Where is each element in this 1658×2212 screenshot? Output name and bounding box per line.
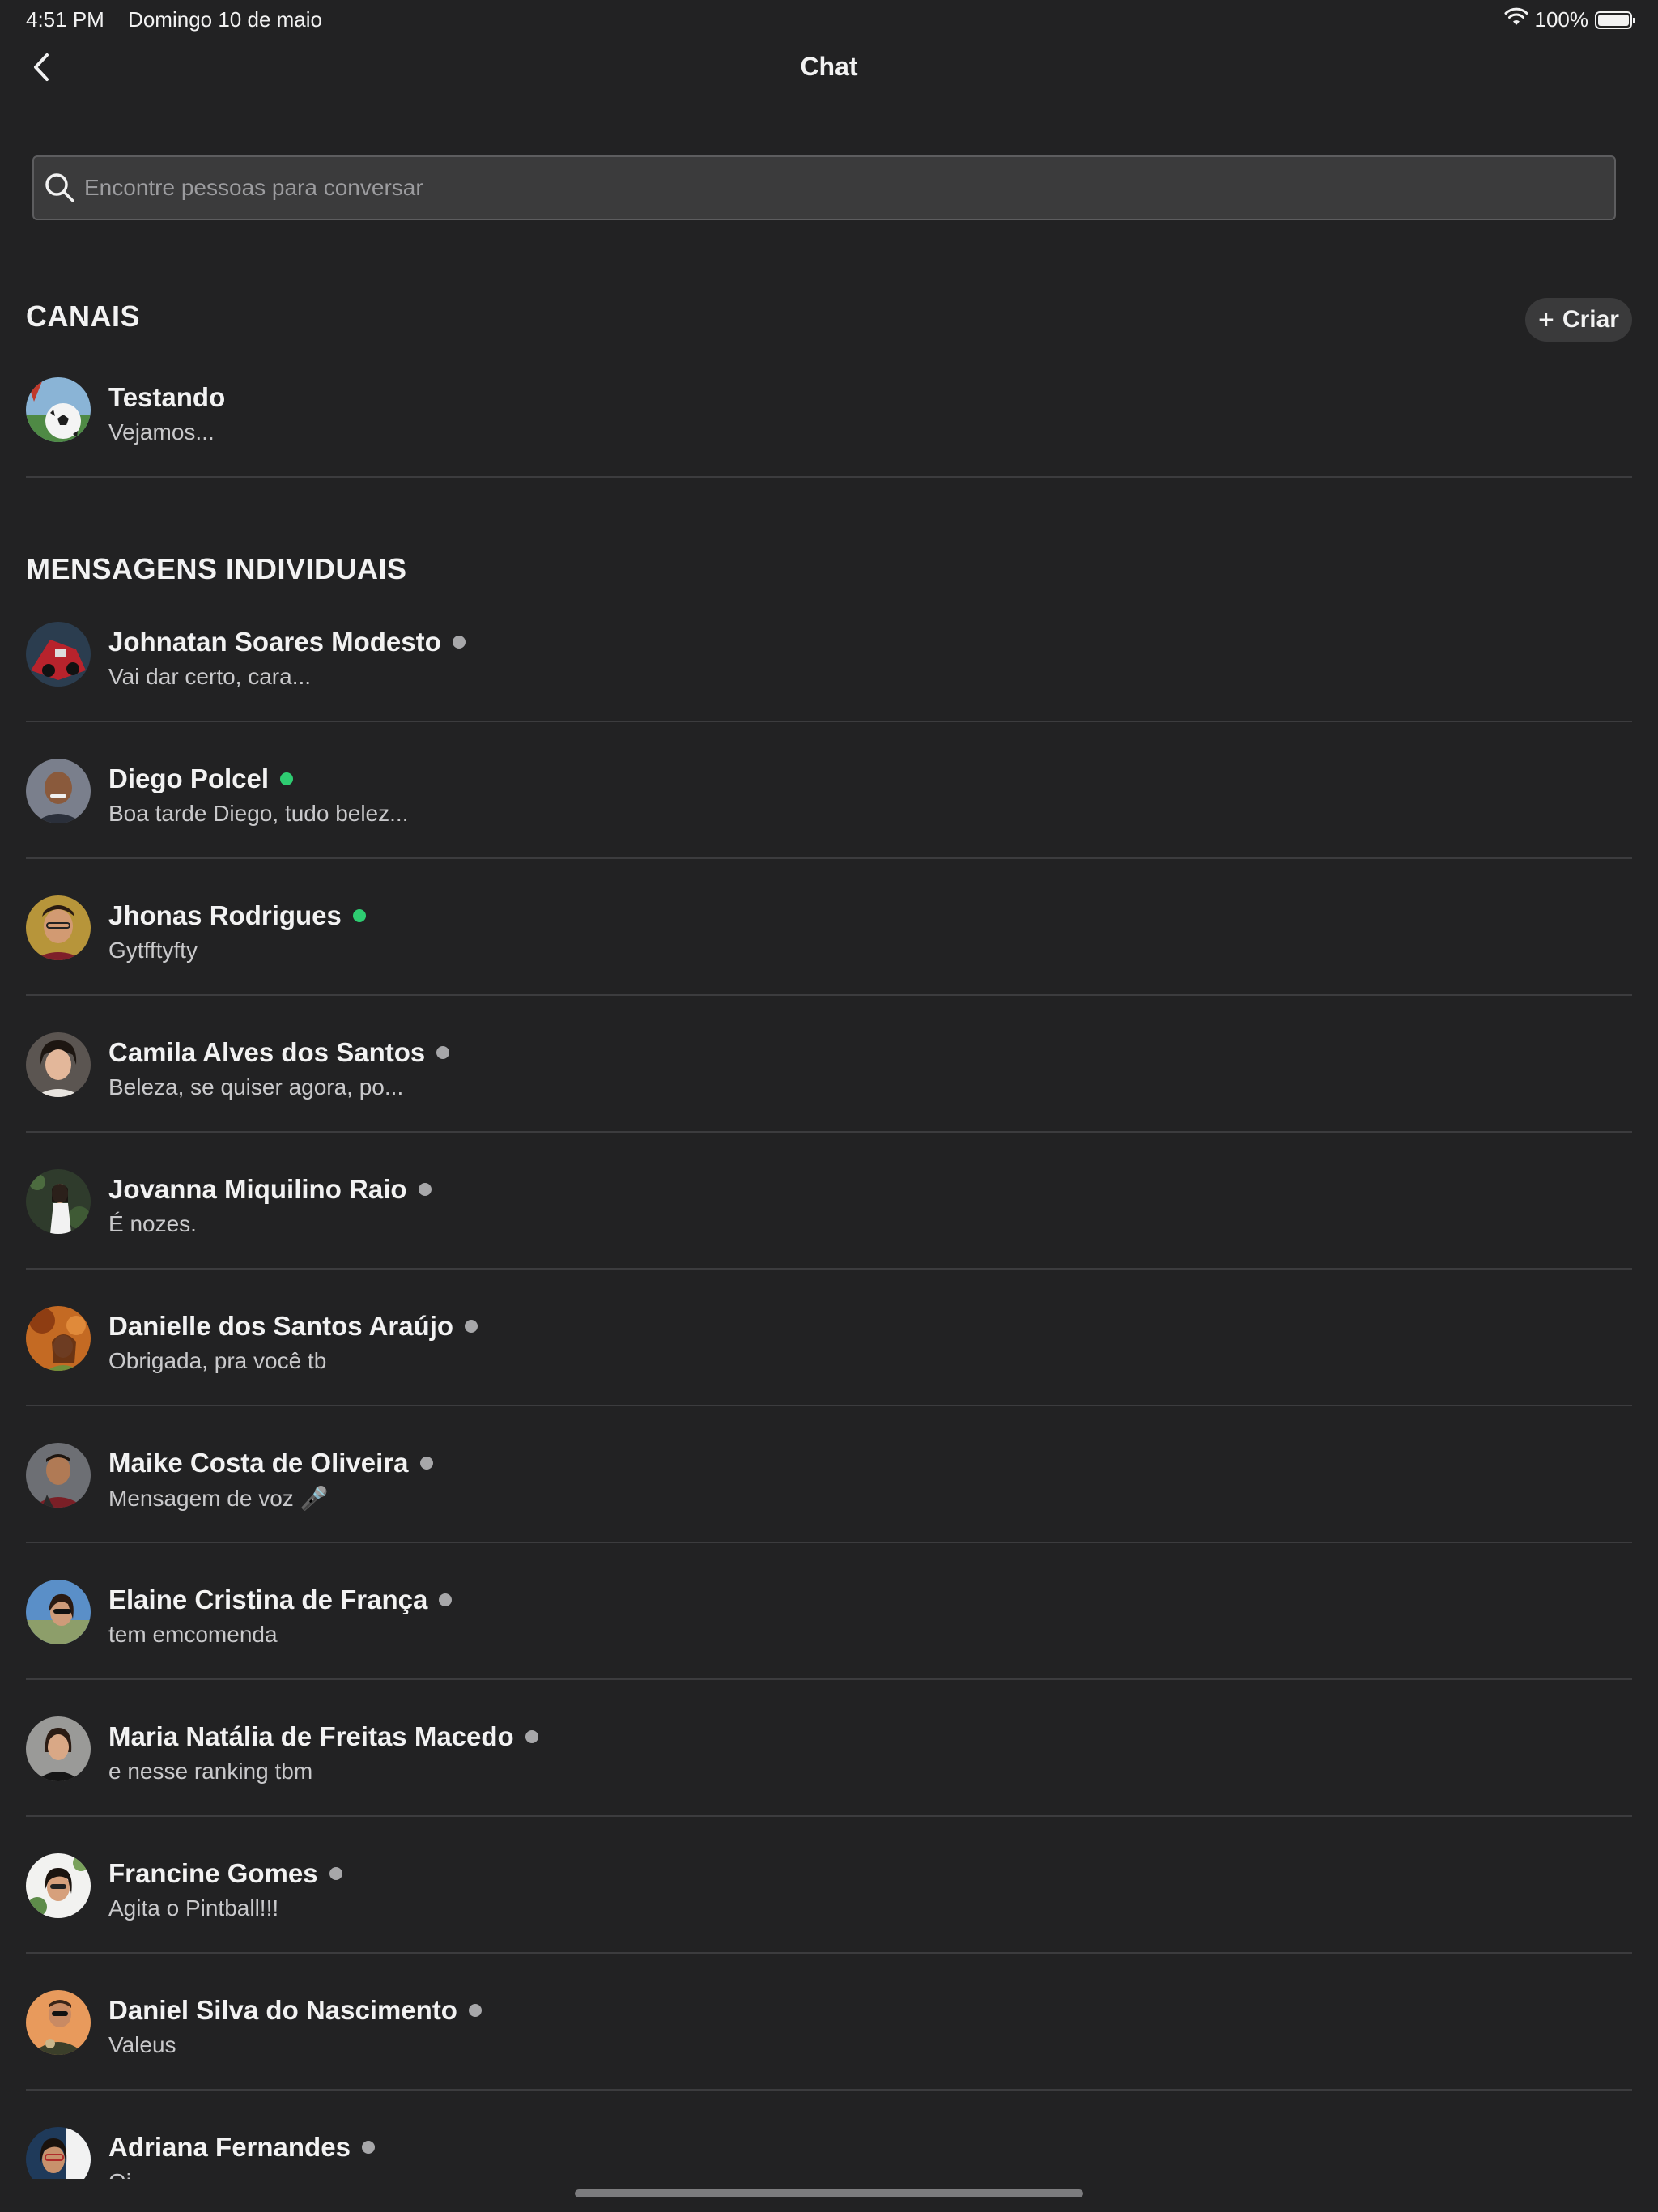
last-message-preview: e nesse ranking tbm <box>108 1759 313 1784</box>
battery-level <box>1598 14 1629 26</box>
channel-name: Testando <box>108 382 226 412</box>
presence-dot <box>361 2141 375 2154</box>
last-message-preview: Obrigada, pra você tb <box>108 1348 327 1373</box>
presence-dot <box>452 636 466 649</box>
avatar <box>26 377 91 442</box>
create-channel-button[interactable]: + Criar <box>1525 298 1632 342</box>
presence-dot <box>352 909 366 922</box>
channel-preview: Vejamos... <box>108 419 215 445</box>
last-message-preview: Boa tarde Diego, tudo belez... <box>108 801 409 826</box>
presence-dot <box>436 1046 450 1059</box>
create-label: Criar <box>1562 306 1619 333</box>
avatar <box>26 759 91 823</box>
contact-name: Diego Polcel <box>108 764 270 793</box>
contact-name: Maria Natália de Freitas Macedo <box>108 1721 514 1751</box>
contact-name: Adriana Fernandes <box>108 2132 351 2162</box>
avatar <box>26 1032 91 1097</box>
presence-dot <box>329 1867 342 1880</box>
contact-row[interactable]: Camila Alves dos Santos Beleza, se quise… <box>26 997 1632 1133</box>
last-message-preview: Beleza, se quiser agora, po... <box>108 1074 404 1100</box>
contact-name: Danielle dos Santos Araújo <box>108 1311 454 1341</box>
status-bar: 4:51 PM Domingo 10 de maio 100% <box>0 0 1658 39</box>
presence-dot <box>280 772 294 785</box>
presence-dot <box>468 2004 482 2017</box>
contact-row[interactable]: Jhonas Rodrigues Gytfftyfty <box>26 860 1632 996</box>
presence-dot <box>525 1730 538 1743</box>
contact-row[interactable]: Johnatan Soares Modesto Vai dar certo, c… <box>26 586 1632 722</box>
presence-dot <box>465 1320 478 1333</box>
contact-row[interactable]: Daniel Silva do Nascimento Valeus <box>26 1955 1632 2091</box>
last-message-preview: Gytfftyfty <box>108 938 198 963</box>
contact-row[interactable]: Francine Gomes Agita o Pintball!!! <box>26 1818 1632 1954</box>
battery-percent: 100% <box>1534 7 1589 32</box>
contact-row[interactable]: Diego Polcel Boa tarde Diego, tudo belez… <box>26 723 1632 859</box>
avatar <box>26 2127 91 2179</box>
contact-row[interactable]: Danielle dos Santos Araújo Obrigada, pra… <box>26 1270 1632 1406</box>
wifi-icon <box>1504 7 1528 32</box>
channel-row-testando[interactable]: Testando Vejamos... <box>26 342 1632 478</box>
avatar <box>26 1443 91 1508</box>
last-message-preview: Vai dar certo, cara... <box>108 664 312 689</box>
last-message-preview: Mensagem de voz 🎤 <box>108 1486 329 1511</box>
contact-row[interactable]: Jovanna Miquilino Raio É nozes. <box>26 1134 1632 1270</box>
avatar <box>26 1990 91 2055</box>
contact-name: Elaine Cristina de França <box>108 1585 428 1614</box>
direct-section-title: MENSAGENS INDIVIDUAIS <box>26 552 407 585</box>
channels-section-title: CANAIS <box>26 300 141 333</box>
home-indicator[interactable] <box>575 2189 1083 2197</box>
status-date: Domingo 10 de maio <box>128 7 322 32</box>
contact-name: Daniel Silva do Nascimento <box>108 1995 457 2025</box>
contact-row[interactable]: Elaine Cristina de França tem emcomenda <box>26 1544 1632 1680</box>
contact-row[interactable]: Adriana Fernandes Oi <box>26 2091 1632 2179</box>
last-message-preview: Oi <box>108 2169 131 2179</box>
contact-name: Camila Alves dos Santos <box>108 1037 426 1067</box>
nav-bar: Chat <box>0 39 1658 97</box>
contact-row[interactable]: Maike Costa de Oliveira Mensagem de voz … <box>26 1407 1632 1543</box>
last-message-preview: Agita o Pintball!!! <box>108 1895 279 1921</box>
status-time: 4:51 PM <box>26 7 104 32</box>
search-icon <box>44 172 76 208</box>
avatar <box>26 1169 91 1234</box>
page-title: Chat <box>800 52 858 81</box>
contact-name: Francine Gomes <box>108 1858 318 1888</box>
contact-row[interactable]: Maria Natália de Freitas Macedo e nesse … <box>26 1681 1632 1817</box>
avatar <box>26 895 91 960</box>
contact-name: Maike Costa de Oliveira <box>108 1448 409 1478</box>
last-message-preview: tem emcomenda <box>108 1622 278 1647</box>
last-message-preview: Valeus <box>108 2032 176 2057</box>
avatar <box>26 1716 91 1781</box>
contact-name: Johnatan Soares Modesto <box>108 627 441 657</box>
contact-name: Jhonas Rodrigues <box>108 900 342 930</box>
avatar <box>26 622 91 687</box>
search-box[interactable] <box>32 155 1616 220</box>
presence-dot <box>419 1457 433 1470</box>
contact-name: Jovanna Miquilino Raio <box>108 1174 407 1204</box>
presence-dot <box>439 1593 453 1606</box>
presence-dot <box>418 1183 432 1196</box>
search-input[interactable] <box>83 157 1590 219</box>
battery-icon <box>1595 11 1635 29</box>
plus-icon: + <box>1538 304 1554 335</box>
last-message-preview: É nozes. <box>108 1211 197 1236</box>
avatar <box>26 1853 91 1918</box>
avatar <box>26 1306 91 1371</box>
avatar <box>26 1580 91 1644</box>
